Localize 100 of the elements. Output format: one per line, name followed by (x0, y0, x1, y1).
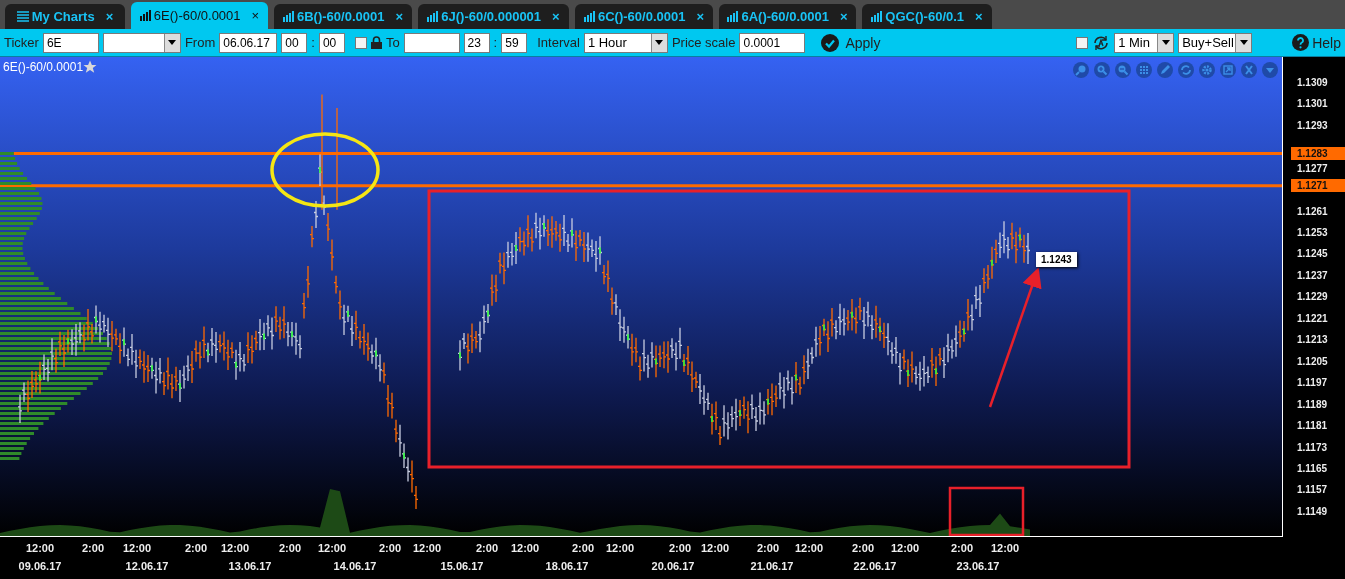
time-axis-label: 2:00 (951, 542, 973, 554)
help-button[interactable]: Help (1292, 34, 1341, 51)
check-circle-icon (821, 33, 840, 52)
time-axis-label: 2:00 (379, 542, 401, 554)
bar-chart-icon (282, 11, 294, 22)
time-axis-label: 2:00 (757, 542, 779, 554)
apply-button[interactable]: Apply (821, 33, 881, 52)
date-axis-label: 20.06.17 (651, 560, 695, 572)
bar-chart-icon (727, 11, 739, 22)
from-label: From (184, 35, 216, 50)
star-icon[interactable] (83, 60, 98, 74)
chart-tab[interactable]: 6A()-60/0.0001 × (719, 4, 856, 29)
time-axis-label: 12:00 (794, 542, 824, 554)
price-axis-label: 1.1261 (1297, 205, 1328, 217)
time-axis-label: 2:00 (185, 542, 207, 554)
close-button[interactable]: × (839, 9, 848, 24)
ticker-dropdown[interactable] (102, 32, 181, 53)
to-hour-field[interactable]: 23 (463, 32, 490, 53)
close-icon[interactable] (1241, 62, 1257, 78)
to-date-field[interactable] (403, 32, 460, 53)
lock-icon (370, 36, 382, 49)
chart-tab[interactable]: My Charts × (5, 4, 125, 29)
price-scale-label: Price scale (671, 35, 736, 50)
close-button[interactable]: × (975, 9, 983, 24)
close-button[interactable]: × (105, 9, 114, 24)
expand-icon[interactable] (1220, 62, 1236, 78)
close-button[interactable]: × (552, 9, 560, 24)
period-dropdown[interactable]: 1 Min (1114, 32, 1175, 53)
chart-tab[interactable]: 6J()-60/0.000001 × (418, 4, 569, 29)
date-axis-label: 12.06.17 (125, 560, 169, 572)
zoom-out-icon[interactable] (1115, 62, 1131, 78)
from-minute-field[interactable]: 00 (318, 32, 345, 53)
time-axis-label: 12:00 (890, 542, 920, 554)
price-axis-label: 1.1221 (1297, 312, 1328, 324)
chart-tab[interactable]: 6E()-60/0.0001 × (131, 2, 268, 29)
caret-icon (1239, 40, 1248, 45)
price-axis-label: 1.1205 (1297, 355, 1328, 367)
time-axis-label: 12:00 (990, 542, 1020, 554)
lock-checkbox[interactable] (354, 36, 367, 49)
from-date-field[interactable]: 06.06.17 (219, 32, 278, 53)
price-axis-label: 1.1237 (1297, 269, 1328, 281)
to-minute-field[interactable]: 59 (501, 32, 528, 53)
from-hour-field[interactable]: 00 (281, 32, 308, 53)
price-level-marker: 1.1271 (1291, 178, 1345, 192)
price-axis-label: 1.1309 (1297, 76, 1328, 88)
dropdown-icon[interactable] (1262, 62, 1278, 78)
auto-checkbox[interactable] (1076, 36, 1089, 49)
price-label: 1.1243 (1036, 251, 1077, 267)
date-axis-label: 14.06.17 (333, 560, 377, 572)
bar-chart-icon (583, 11, 595, 22)
price-axis-label: 1.1149 (1297, 505, 1328, 517)
chart-tab[interactable]: 6B()-60/0.0001 × (274, 4, 412, 29)
time-axis-label: 12:00 (317, 542, 347, 554)
menu-icon (16, 11, 29, 22)
auto-refresh-icon (1092, 33, 1111, 52)
time-axis-label: 2:00 (669, 542, 691, 554)
chart-title: 6E()-60/0.0001 (3, 60, 84, 74)
price-axis-label: 1.1277 (1297, 162, 1328, 174)
interval-dropdown[interactable]: 1 Hour (583, 32, 668, 53)
refresh-icon[interactable] (1178, 62, 1194, 78)
zoom-in-icon[interactable] (1094, 62, 1110, 78)
price-level-marker: 1.1283 (1291, 146, 1345, 160)
price-axis-label: 1.1197 (1297, 377, 1328, 389)
price-axis-label: 1.1213 (1297, 334, 1328, 346)
ticker-field[interactable]: 6E (42, 32, 99, 53)
price-axis-label: 1.1293 (1297, 119, 1328, 131)
side-dropdown[interactable]: Buy+Sell (1178, 32, 1253, 53)
time-axis-label: 12:00 (122, 542, 152, 554)
chart-tab[interactable]: QGC()-60/0.1 × (862, 4, 992, 29)
price-scale-field[interactable]: 0.0001 (739, 32, 806, 53)
interval-label: Interval (537, 35, 580, 50)
date-axis-label: 21.06.17 (750, 560, 794, 572)
price-axis-label: 1.1157 (1297, 484, 1328, 496)
date-axis-label: 15.06.17 (440, 560, 484, 572)
time-axis-label: 12:00 (25, 542, 55, 554)
bar-chart-icon (139, 10, 151, 21)
bar-chart-icon (427, 11, 439, 22)
to-label: To (385, 35, 400, 50)
close-button[interactable]: × (251, 8, 260, 23)
bar-chart-icon (871, 11, 883, 22)
gear-icon[interactable] (1199, 62, 1215, 78)
price-axis-label: 1.1301 (1297, 98, 1328, 110)
help-icon (1292, 34, 1310, 51)
price-axis-label: 1.1181 (1297, 420, 1328, 432)
time-axis-label: 12:00 (700, 542, 730, 554)
caret-icon (1161, 40, 1170, 45)
close-button[interactable]: × (395, 9, 403, 24)
caret-icon (168, 40, 177, 45)
time-axis-label: 12:00 (220, 542, 250, 554)
chart-tab[interactable]: 6C()-60/0.0001 × (575, 4, 713, 29)
pencil-icon[interactable] (1157, 62, 1173, 78)
search-icon[interactable] (1073, 62, 1089, 78)
close-button[interactable]: × (696, 9, 704, 24)
price-axis-label: 1.1229 (1297, 291, 1328, 303)
grid-icon[interactable] (1136, 62, 1152, 78)
time-axis-label: 2:00 (852, 542, 874, 554)
price-axis-label: 1.1189 (1297, 398, 1328, 410)
price-axis-label: 1.1253 (1297, 226, 1328, 238)
price-axis-label: 1.1165 (1297, 462, 1328, 474)
date-axis-label: 13.06.17 (228, 560, 272, 572)
